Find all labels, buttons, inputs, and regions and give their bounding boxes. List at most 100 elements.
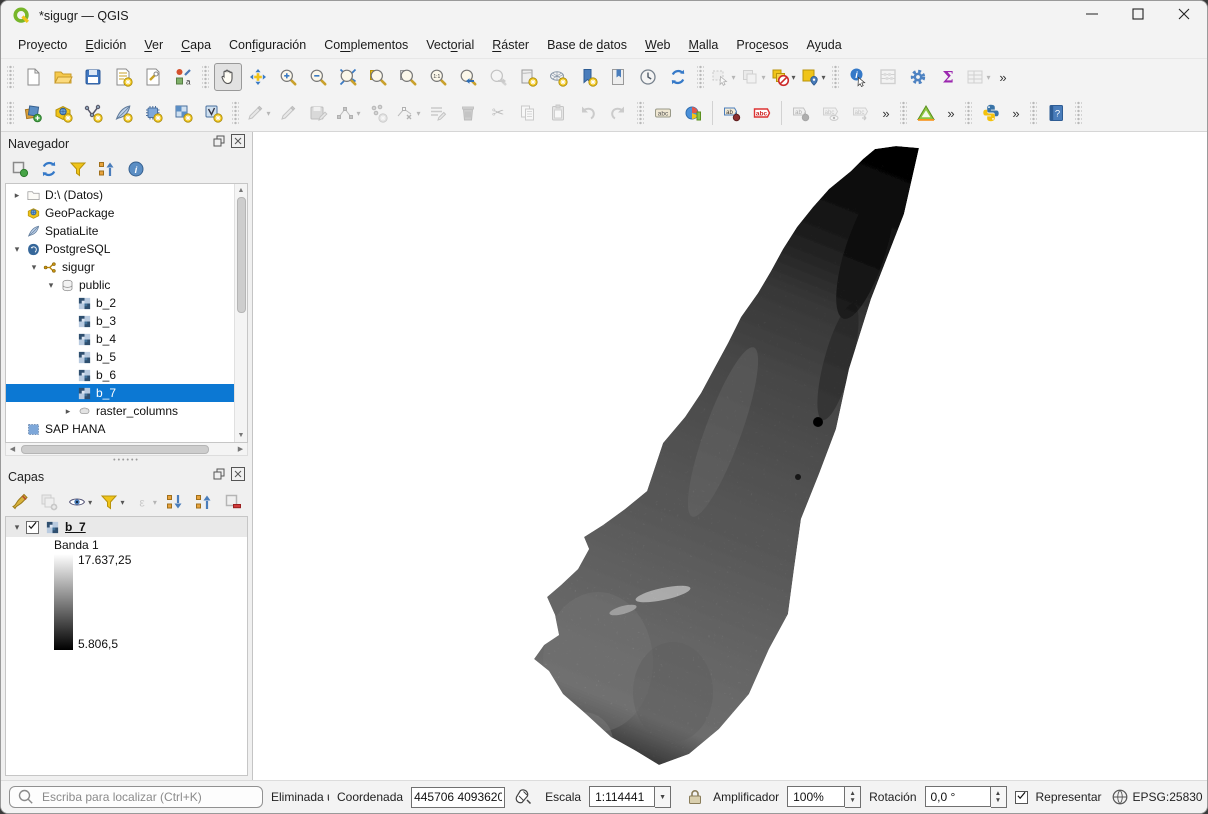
browser-close-button[interactable]	[230, 136, 245, 151]
refresh-map-button[interactable]	[664, 63, 692, 91]
browser-item-b-2[interactable]: b_2	[6, 294, 234, 312]
new-spatialite-layer-button[interactable]	[109, 99, 137, 127]
scale-lock-button[interactable]	[685, 787, 705, 807]
coordinate-input[interactable]	[411, 787, 505, 808]
scrollbar-thumb[interactable]	[237, 197, 246, 313]
magnifier-spinbox[interactable]	[787, 786, 861, 808]
toolbar-grip-handle[interactable]	[202, 65, 209, 89]
browser-item-postgresql[interactable]: ▾PostgreSQL	[6, 240, 234, 258]
toolbar-grip-handle[interactable]	[7, 65, 14, 89]
expander-icon[interactable]: ▸	[10, 190, 24, 201]
zoom-to-layer-button[interactable]	[394, 63, 422, 91]
highlight-pinned-labels-button[interactable]: abc	[748, 99, 776, 127]
statistics-panel-button[interactable]: Σ	[934, 63, 962, 91]
browser-item-b-4[interactable]: b_4	[6, 330, 234, 348]
browser-collapse-all-button[interactable]	[96, 158, 118, 180]
browser-item-geopackage[interactable]: GeoPackage	[6, 204, 234, 222]
grass-overflow-button[interactable]: »	[942, 99, 960, 127]
chevron-down-icon[interactable]	[655, 786, 671, 808]
expander-icon[interactable]: ▸	[61, 406, 75, 417]
toolbar-grip-handle[interactable]	[1075, 101, 1082, 125]
menu-ayuda[interactable]: Ayuda	[797, 34, 850, 56]
browser-item-sap-hana[interactable]: SAP HANA	[6, 420, 234, 438]
menu-complementos[interactable]: Complementos	[315, 34, 417, 56]
layer-diagram-button[interactable]	[679, 99, 707, 127]
menu-web[interactable]: Web	[636, 34, 679, 56]
zoom-to-selection-button[interactable]	[364, 63, 392, 91]
browser-item-spatialite[interactable]: SpatiaLite	[6, 222, 234, 240]
new-virtual-layer-button[interactable]	[199, 99, 227, 127]
menu-proyecto[interactable]: Proyecto	[9, 34, 76, 56]
menu-r-ster[interactable]: Ráster	[483, 34, 538, 56]
expand-all-button[interactable]	[164, 491, 186, 513]
scroll-down-icon[interactable]: ▼	[235, 429, 248, 442]
pan-map-button[interactable]	[214, 63, 242, 91]
browser-item-b-5[interactable]: b_5	[6, 348, 234, 366]
browser-refresh-button[interactable]	[38, 158, 60, 180]
zoom-native-button[interactable]: 1:1	[424, 63, 452, 91]
toolbar-grip-handle[interactable]	[832, 65, 839, 89]
expander-icon[interactable]: ▾	[44, 280, 58, 291]
expander-icon[interactable]: ▾	[27, 262, 41, 273]
show-spatial-bookmarks-button[interactable]	[604, 63, 632, 91]
new-map-view-button[interactable]	[514, 63, 542, 91]
crs-indicator[interactable]: EPSG:25830	[1110, 787, 1203, 807]
extent-toggle-button[interactable]	[513, 787, 533, 807]
browser-filter-button[interactable]	[67, 158, 89, 180]
browser-item-sigugr[interactable]: ▾sigugr	[6, 258, 234, 276]
scrollbar-thumb[interactable]	[21, 445, 209, 454]
menu-base-de-datos[interactable]: Base de datos	[538, 34, 636, 56]
python-console-button[interactable]	[977, 99, 1005, 127]
menu-vectorial[interactable]: Vectorial	[417, 34, 483, 56]
browser-vertical-scrollbar[interactable]: ▲ ▼	[234, 184, 247, 442]
scroll-left-icon[interactable]: ◀	[6, 443, 19, 456]
spinner-arrows-icon[interactable]	[845, 786, 861, 808]
menu-procesos[interactable]: Procesos	[727, 34, 797, 56]
render-checkbox[interactable]	[1015, 791, 1028, 804]
rotation-input[interactable]	[925, 786, 991, 807]
zoom-full-button[interactable]	[334, 63, 362, 91]
magnifier-input[interactable]	[787, 786, 845, 807]
close-button[interactable]	[1161, 1, 1207, 31]
locator-search[interactable]	[9, 786, 263, 808]
new-3d-map-view-button[interactable]	[544, 63, 572, 91]
menu-malla[interactable]: Malla	[679, 34, 727, 56]
scroll-right-icon[interactable]: ▶	[234, 443, 247, 456]
toolbar-grip-handle[interactable]	[637, 101, 644, 125]
layer-visibility-checkbox[interactable]	[26, 521, 39, 534]
show-layout-manager-button[interactable]	[139, 63, 167, 91]
menu-capa[interactable]: Capa	[172, 34, 220, 56]
new-mesh-layer-button[interactable]	[139, 99, 167, 127]
toolbar-grip-handle[interactable]	[7, 101, 14, 125]
temporal-controller-button[interactable]	[634, 63, 662, 91]
zoom-last-button[interactable]	[454, 63, 482, 91]
browser-float-button[interactable]	[211, 136, 226, 151]
toolbar-grip-handle[interactable]	[232, 101, 239, 125]
browser-item-raster-columns[interactable]: ▸raster_columns	[6, 402, 234, 420]
collapse-all-button[interactable]	[193, 491, 215, 513]
spinner-arrows-icon[interactable]	[991, 786, 1007, 808]
menu-edici-n[interactable]: Edición	[76, 34, 135, 56]
deselect-all-button[interactable]: ▾	[769, 63, 797, 91]
save-project-button[interactable]	[79, 63, 107, 91]
browser-item-ms-sql-server[interactable]: MS SQL Server	[6, 438, 234, 442]
zoom-out-button[interactable]	[304, 63, 332, 91]
pin-labels-button[interactable]: ab	[718, 99, 746, 127]
layer-labeling-button[interactable]: abc	[649, 99, 677, 127]
label-toolbar-overflow-button[interactable]: »	[877, 99, 895, 127]
menu-configuraci-n[interactable]: Configuración	[220, 34, 315, 56]
new-shapefile-layer-button[interactable]	[79, 99, 107, 127]
layers-float-button[interactable]	[211, 469, 226, 484]
layer-item-b7[interactable]: ▾ b_7	[6, 517, 247, 537]
expander-icon[interactable]: ▾	[10, 244, 24, 255]
minimize-button[interactable]	[1069, 1, 1115, 31]
pan-to-selection-button[interactable]	[244, 63, 272, 91]
new-geopackage-layer-button[interactable]	[49, 99, 77, 127]
expander-icon[interactable]: ▾	[10, 522, 24, 533]
scale-input[interactable]	[589, 786, 655, 807]
scale-combo[interactable]	[589, 786, 671, 808]
rotation-spinbox[interactable]	[925, 786, 1007, 808]
browser-properties-button[interactable]: i	[125, 158, 147, 180]
style-manager-button[interactable]: a	[169, 63, 197, 91]
open-project-button[interactable]	[49, 63, 77, 91]
